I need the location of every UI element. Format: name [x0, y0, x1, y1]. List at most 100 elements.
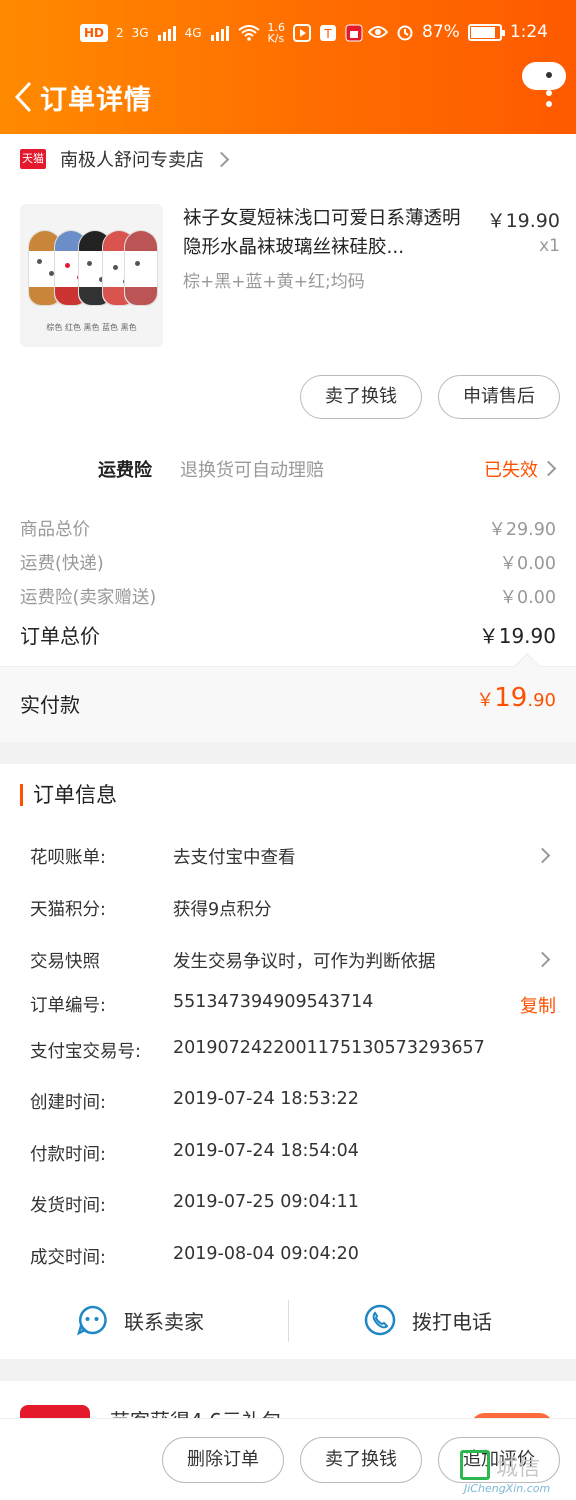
battery-icon: [467, 23, 505, 41]
more-menu-button[interactable]: [522, 62, 566, 114]
info-key: 订单编号:: [30, 996, 106, 1016]
after-sale-button[interactable]: 申请售后: [438, 375, 560, 419]
product-title[interactable]: 袜子女夏短袜浅口可爱日系薄透明隐形水晶袜玻璃丝袜硅胶...: [183, 204, 478, 262]
svg-text:T: T: [323, 27, 332, 41]
watermark-logo-icon: [460, 1450, 490, 1480]
fee-label: 运费险(卖家赠送): [20, 588, 157, 608]
chevron-right-icon: [534, 847, 551, 864]
order-total-value: ￥19.90: [478, 624, 556, 648]
status-bar: HD 2 3G 4G 1.6 K/s T 87% 1:24: [0, 18, 576, 54]
order-item-card: 天猫 南极人舒问专卖店 棕色 红色 黑色 蓝色 黑色 袜子女夏短袜浅口可爱日系薄…: [0, 134, 576, 742]
info-row-alipay-number: 支付宝交易号: 2019072422001175130573293657: [30, 1038, 556, 1068]
shipping-insurance-row[interactable]: 运费险 退换货可自动理赔 已失效: [0, 454, 576, 484]
status-left: HD 2 3G 4G 1.6 K/s T: [80, 22, 363, 44]
chevron-right-icon: [534, 951, 551, 968]
store-app-icon: [345, 24, 363, 42]
contact-seller-button[interactable]: 联系卖家: [76, 1296, 204, 1344]
info-key: 付款时间:: [30, 1145, 106, 1165]
paid-decimal: .90: [527, 690, 556, 711]
info-value: 去支付宝中查看: [173, 848, 296, 868]
shipping-insurance-label: 运费险: [98, 460, 152, 481]
network-3g-indicator: 3G: [131, 26, 149, 40]
product-price: ￥19.90: [486, 210, 560, 232]
info-key: 成交时间:: [30, 1248, 106, 1268]
info-row-shipped-time: 发货时间: 2019-07-25 09:04:11: [30, 1192, 556, 1222]
app-header: HD 2 3G 4G 1.6 K/s T 87% 1:24 订单详情: [0, 0, 576, 134]
wifi-icon: [237, 25, 260, 41]
info-value: 2019-07-24 18:54:04: [173, 1141, 359, 1161]
status-right: 87% 1:24: [368, 22, 548, 42]
fee-row: 运费(快递) ￥0.00: [20, 550, 556, 575]
fee-row: 运费险(卖家赠送) ￥0.00: [20, 584, 556, 609]
info-row-snapshot[interactable]: 交易快照 发生交易争议时，可作为判断依据: [30, 948, 556, 978]
paid-currency: ￥: [476, 690, 495, 711]
tmall-badge: 天猫: [20, 149, 46, 169]
signal-icon: [210, 26, 229, 41]
order-info-card: 订单信息 花呗账单: 去支付宝中查看 天猫积分: 获得9点积分 交易快照 发生交…: [0, 764, 576, 1359]
fee-label: 商品总价: [20, 520, 90, 540]
info-value: 2019-07-24 18:53:22: [173, 1089, 359, 1109]
fee-value: ￥0.00: [499, 554, 556, 574]
contact-seller-label: 联系卖家: [124, 1309, 204, 1334]
signal-icon: [157, 26, 176, 41]
watermark-url: JiChengXin.com: [464, 1482, 551, 1495]
info-row-closed-time: 成交时间: 2019-08-04 09:04:20: [30, 1244, 556, 1274]
info-value: 551347394909543714: [173, 992, 374, 1012]
battery-percent: 87%: [422, 22, 460, 42]
info-row-paid-time: 付款时间: 2019-07-24 18:54:04: [30, 1141, 556, 1171]
fee-value: ￥29.90: [488, 520, 556, 540]
paid-integer: 19: [494, 683, 528, 713]
sell-for-cash-button[interactable]: 卖了换钱: [300, 375, 422, 419]
section-title: 订单信息: [20, 784, 117, 806]
contact-row: 联系卖家 拨打电话: [0, 1296, 576, 1346]
back-arrow-icon[interactable]: [10, 80, 40, 114]
taobao-app-icon: T: [320, 25, 337, 41]
clock-time: 1:24: [509, 22, 548, 42]
info-key: 交易快照: [30, 952, 100, 972]
page-title: 订单详情: [40, 85, 152, 116]
hd-indicator: HD: [80, 24, 109, 42]
info-value: 2019-08-04 09:04:20: [173, 1244, 359, 1264]
chevron-right-icon: [213, 151, 230, 167]
watermark: 城信 JiChengXin.com: [454, 1448, 570, 1500]
paid-amount-row: 实付款 ￥19.90: [0, 653, 576, 742]
fee-label: 运费(快递): [20, 554, 104, 574]
delete-order-button[interactable]: 删除订单: [162, 1437, 284, 1483]
message-bubble-icon: [522, 62, 566, 90]
shop-name: 南极人舒问专卖店: [60, 150, 204, 171]
watermark-text: 城信: [496, 1456, 541, 1481]
sock-icon: [124, 230, 158, 306]
order-total-row: 订单总价 ￥19.90: [20, 620, 556, 649]
product-quantity: x1: [539, 236, 560, 256]
info-row-created: 创建时间: 2019-07-24 18:53:22: [30, 1089, 556, 1119]
info-value: 2019072422001175130573293657: [173, 1038, 485, 1058]
shipping-insurance-desc: 退换货可自动理赔: [180, 460, 324, 481]
network-4g-indicator: 4G: [184, 26, 202, 40]
sim2-indicator: 2: [116, 26, 124, 40]
shop-row[interactable]: 天猫 南极人舒问专卖店: [20, 146, 230, 172]
product-thumbnail[interactable]: 棕色 红色 黑色 蓝色 黑色: [20, 204, 163, 347]
info-key: 支付宝交易号:: [30, 1042, 141, 1062]
shipping-insurance-status: 已失效: [484, 460, 538, 481]
more-dots-icon: [546, 72, 552, 83]
phone-icon: [364, 1304, 396, 1336]
info-row-huabei[interactable]: 花呗账单: 去支付宝中查看: [30, 844, 556, 874]
chevron-right-icon: [540, 460, 557, 477]
copy-button[interactable]: 复制: [520, 992, 556, 1018]
info-row-order-number: 订单编号: 551347394909543714 复制: [30, 992, 556, 1022]
info-key: 天猫积分:: [30, 900, 106, 920]
call-phone-button[interactable]: 拨打电话: [364, 1296, 492, 1344]
paid-label: 实付款: [20, 693, 80, 717]
chat-face-icon: [77, 1305, 107, 1336]
info-row-points: 天猫积分: 获得9点积分: [30, 896, 556, 926]
alarm-icon: [397, 25, 413, 41]
product-sku: 棕+黑+蓝+黄+红;均码: [183, 272, 365, 292]
info-key: 花呗账单:: [30, 848, 106, 868]
divider: [288, 1300, 289, 1342]
more-dots-icon: [546, 90, 552, 112]
call-phone-label: 拨打电话: [412, 1309, 492, 1334]
net-speed: 1.6 K/s: [267, 21, 286, 45]
info-value: 2019-07-25 09:04:11: [173, 1192, 359, 1212]
paid-value: ￥19.90: [476, 683, 556, 713]
sell-for-cash-button[interactable]: 卖了换钱: [300, 1437, 422, 1483]
